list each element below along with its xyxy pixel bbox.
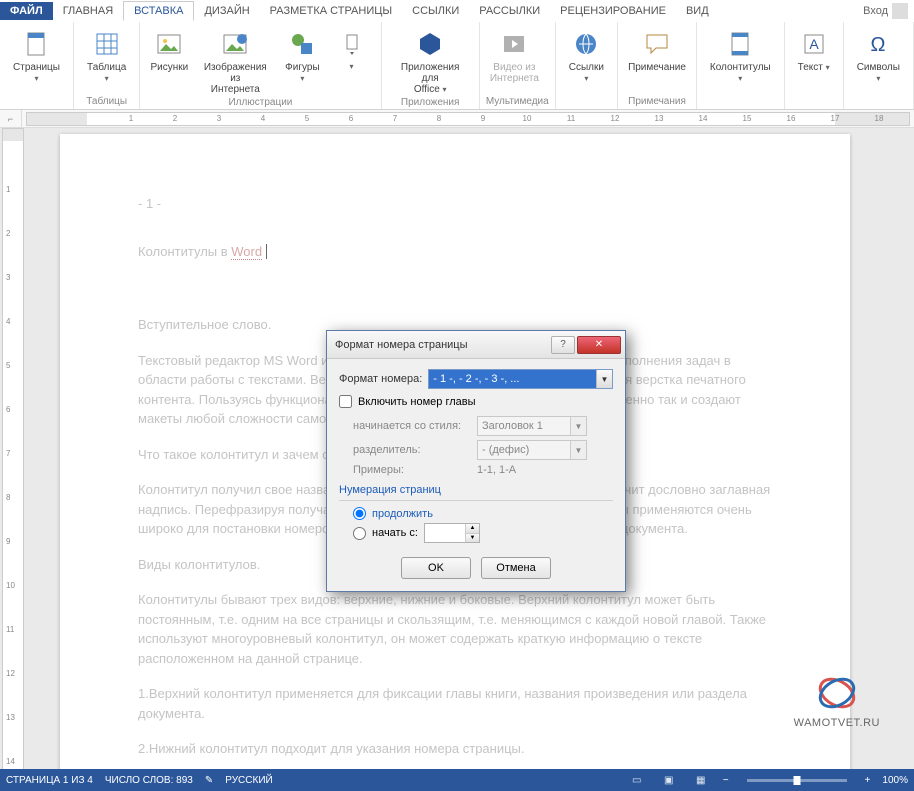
watermark: WAMOTVET.RU [794,671,880,729]
table-icon [91,28,123,60]
paragraph: Колонтитулы бывают трех видов: верхние, … [138,590,772,668]
help-button[interactable]: ? [551,336,575,354]
dialog-titlebar[interactable]: Формат номера страницы ? ✕ [327,331,625,359]
zoom-level[interactable]: 100% [882,775,908,786]
watermark-icon [815,671,859,715]
ribbon: Страницы ▾Таблица ▾ТаблицыРисункиИзображ… [0,22,914,110]
ribbon-table-button[interactable]: Таблица ▾ [80,24,133,84]
svg-text:A: A [809,36,819,52]
ribbon-more-button[interactable]: ▾ [329,24,375,71]
tab-вид[interactable]: ВИД [676,2,719,20]
dialog-title: Формат номера страницы [335,339,549,351]
cancel-button[interactable]: Отмена [481,557,551,579]
start-at-label: начать с: [372,527,418,539]
tab-file[interactable]: ФАЙЛ [0,2,53,20]
office-apps-icon [414,28,446,60]
ribbon-comment-button[interactable]: Примечание [624,24,690,73]
pages-icon [20,28,52,60]
start-at-spinner[interactable]: ▲▼ [424,523,480,543]
view-read-icon[interactable]: ▭ [627,772,647,788]
zoom-out-button[interactable]: − [723,775,729,786]
dialog-body: Формат номера: - 1 -, - 2 -, - 3 -, ... … [327,359,625,591]
close-button[interactable]: ✕ [577,336,621,354]
document-title: Колонтитулы в Word [138,242,772,262]
view-print-icon[interactable]: ▣ [659,772,679,788]
numbering-section-label: Нумерация страниц [339,484,613,496]
svg-text:Ω: Ω [871,34,886,56]
spin-up-icon[interactable]: ▲ [466,524,479,534]
view-web-icon[interactable]: ▦ [691,772,711,788]
status-page[interactable]: СТРАНИЦА 1 ИЗ 4 [6,775,93,786]
links-icon [570,28,602,60]
tab-вставка[interactable]: ВСТАВКА [123,1,194,21]
ruler-corner: ⌐ [0,110,22,128]
ribbon-pages-button[interactable]: Страницы ▾ [6,24,67,84]
format-label: Формат номера: [339,373,422,385]
tab-рецензирование[interactable]: РЕЦЕНЗИРОВАНИЕ [550,2,676,20]
page-number: - 1 - [138,194,772,214]
spin-down-icon[interactable]: ▼ [466,534,479,543]
ruler-horizontal-row: ⌐ 123456789101112131415161718 [0,110,914,128]
ribbon-links-button[interactable]: Ссылки ▾ [562,24,611,84]
include-chapter-label: Включить номер главы [358,396,476,408]
continue-radio[interactable] [353,507,366,520]
menu-tabs: ФАЙЛ ГЛАВНАЯВСТАВКАДИЗАЙНРАЗМЕТКА СТРАНИ… [0,0,914,22]
ribbon-shapes-button[interactable]: Фигуры ▾ [278,24,326,84]
tab-главная[interactable]: ГЛАВНАЯ [53,2,123,20]
paragraph: 2.Нижний колонтитул подходит для указани… [138,739,772,759]
more-icon [336,28,368,60]
ribbon-office-apps-button[interactable]: Приложения дляOffice ▾ [388,24,473,95]
examples-value: 1-1, 1-A [477,464,516,476]
continue-label: продолжить [372,508,433,520]
status-words[interactable]: ЧИСЛО СЛОВ: 893 [105,775,193,786]
online-video-icon [498,28,530,60]
heading-style-select: Заголовок 1 ▼ [477,416,587,436]
chevron-down-icon: ▼ [596,370,612,388]
tab-ссылки[interactable]: ССЫЛКИ [402,2,469,20]
chevron-down-icon: ▼ [570,441,586,459]
number-format-select[interactable]: - 1 -, - 2 -, - 3 -, ... ▼ [428,369,613,389]
comment-icon [641,28,673,60]
page-number-format-dialog: Формат номера страницы ? ✕ Формат номера… [326,330,626,592]
separator-label: разделитель: [353,444,471,456]
proofing-icon[interactable]: ✎ [205,775,213,786]
ribbon-pictures-button[interactable]: Рисунки [146,24,192,73]
zoom-slider[interactable] [747,779,847,782]
login-area[interactable]: Вход [863,3,914,19]
tab-разметка страницы[interactable]: РАЗМЕТКА СТРАНИЦЫ [260,2,402,20]
include-chapter-checkbox[interactable] [339,395,352,408]
headers-icon [724,28,756,60]
ribbon-text-button[interactable]: AТекст ▾ [791,24,837,73]
online-images-icon [219,28,251,60]
text-icon: A [798,28,830,60]
status-bar: СТРАНИЦА 1 ИЗ 4 ЧИСЛО СЛОВ: 893 ✎ РУССКИ… [0,769,914,791]
status-language[interactable]: РУССКИЙ [225,775,272,786]
start-at-radio[interactable] [353,527,366,540]
ruler-horizontal[interactable]: 123456789101112131415161718 [26,112,910,126]
paragraph: 1.Верхний колонтитул применяется для фик… [138,684,772,723]
chevron-down-icon: ▼ [570,417,586,435]
ribbon-online-video-button: Видео изИнтернета [486,24,543,84]
tab-дизайн[interactable]: ДИЗАЙН [194,2,259,20]
ribbon-headers-button[interactable]: Колонтитулы ▾ [703,24,778,84]
zoom-in-button[interactable]: + [865,775,871,786]
ok-button[interactable]: OK [401,557,471,579]
separator-select: - (дефис) ▼ [477,440,587,460]
ribbon-online-images-button[interactable]: Изображения изИнтернета [194,24,276,95]
login-label: Вход [863,5,888,17]
ruler-vertical[interactable]: 1234567891011121314 [2,128,24,773]
examples-label: Примеры: [353,464,471,476]
shapes-icon [286,28,318,60]
symbols-icon: Ω [862,28,894,60]
tab-рассылки[interactable]: РАССЫЛКИ [469,2,550,20]
avatar-icon [892,3,908,19]
ribbon-symbols-button[interactable]: ΩСимволы ▾ [850,24,907,84]
pictures-icon [153,28,185,60]
starts-with-style-label: начинается со стиля: [353,420,471,432]
